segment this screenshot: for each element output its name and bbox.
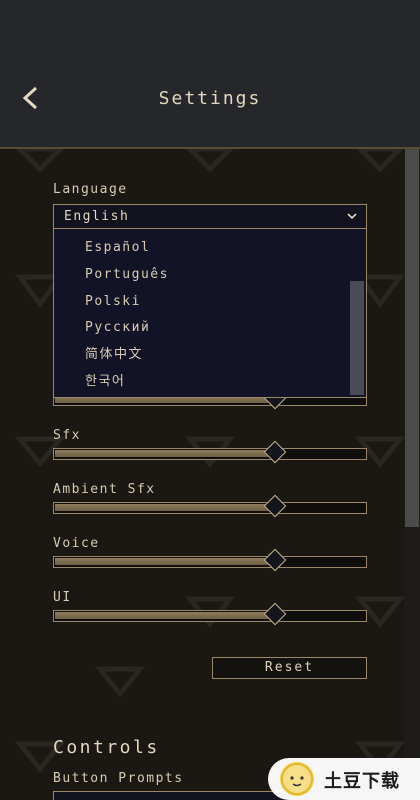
- ambient-sfx-label: Ambient Sfx: [53, 482, 156, 497]
- settings-content[interactable]: Language English Español Português Polsk…: [0, 149, 420, 800]
- watermark-badge: 土豆下载: [268, 758, 420, 800]
- page-title: Settings: [158, 88, 262, 109]
- slider-fill: [55, 612, 275, 619]
- ambient-sfx-slider[interactable]: [53, 494, 367, 518]
- potato-logo-icon: [280, 762, 314, 796]
- voice-label: Voice: [53, 536, 100, 551]
- voice-slider[interactable]: [53, 548, 367, 572]
- slider-fill: [55, 558, 275, 565]
- slider-fill: [55, 450, 275, 457]
- ui-label: UI: [53, 590, 72, 605]
- language-label: Language: [53, 182, 128, 197]
- page-scrollbar-thumb[interactable]: [405, 149, 419, 527]
- chevron-down-icon: [347, 213, 357, 220]
- slider-fill: [55, 504, 275, 511]
- language-option-ru[interactable]: Русский: [85, 318, 150, 338]
- controls-section-title: Controls: [53, 737, 160, 758]
- language-option-pl[interactable]: Polski: [85, 292, 141, 312]
- language-option-zh[interactable]: 简体中文: [85, 345, 143, 365]
- language-option-ko[interactable]: 한국어: [85, 372, 125, 392]
- language-option-es[interactable]: Español: [85, 238, 150, 258]
- language-option-pt[interactable]: Português: [85, 265, 169, 285]
- sfx-slider[interactable]: [53, 440, 367, 464]
- watermark-text: 土豆下载: [324, 771, 400, 792]
- reset-button[interactable]: Reset: [212, 657, 367, 679]
- language-list-scroll-thumb[interactable]: [350, 281, 364, 395]
- header-bar: Settings: [0, 0, 420, 149]
- sfx-label: Sfx: [53, 428, 81, 443]
- language-options-list[interactable]: Español Português Polski Русский 简体中文 한국…: [53, 228, 367, 398]
- ui-slider[interactable]: [53, 602, 367, 626]
- button-prompts-label: Button Prompts: [53, 771, 184, 786]
- language-selected-value: English: [64, 209, 130, 224]
- language-dropdown[interactable]: English: [53, 204, 367, 230]
